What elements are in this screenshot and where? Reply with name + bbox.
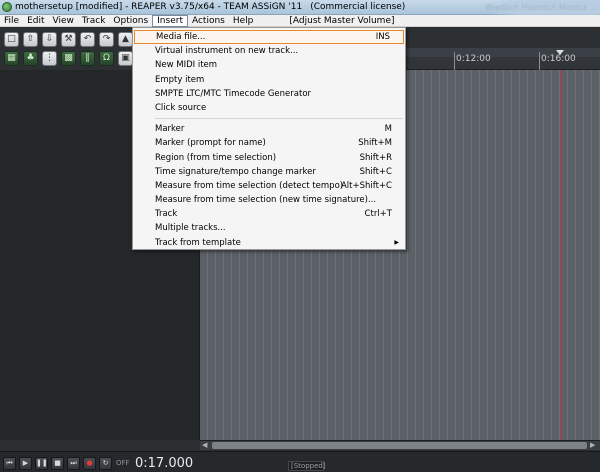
playhead-marker-icon[interactable] — [556, 50, 564, 55]
menu-item-shortcut: Shift+R — [359, 152, 392, 163]
submenu-arrow-icon: ▶ — [394, 238, 399, 246]
goto-start-icon[interactable]: ⏮ — [3, 457, 16, 470]
insert-menu: Media file... INS Virtual instrument on … — [132, 27, 406, 250]
menu-item-label: Track — [155, 209, 178, 220]
menu-actions[interactable]: Actions — [188, 15, 229, 27]
ruler-label: 0:12:00 — [456, 54, 491, 64]
menu-help[interactable]: Help — [229, 15, 258, 27]
menu-item-shortcut: INS — [375, 32, 390, 42]
midi-icon[interactable]: Ω — [99, 51, 114, 66]
horizontal-scrollbar[interactable]: ◀ ▶ — [200, 440, 600, 450]
background-window-text: Wiedlich Heimlich Monica ... — [485, 0, 600, 15]
menu-view[interactable]: View — [49, 15, 78, 27]
scroll-right-icon[interactable]: ▶ — [590, 442, 597, 449]
menu-item-track-from-template[interactable]: Track from template ▶ — [133, 236, 405, 250]
menu-item-marker-prompt[interactable]: Marker (prompt for name) Shift+M — [133, 136, 405, 150]
goto-end-icon[interactable]: ⏭ — [67, 457, 80, 470]
menu-item-label: Marker (prompt for name) — [155, 138, 266, 149]
menu-item-region[interactable]: Region (from time selection) Shift+R — [133, 151, 405, 165]
record-icon[interactable]: ● — [83, 457, 96, 470]
menu-item-tempo-marker[interactable]: Time signature/tempo change marker Shift… — [133, 165, 405, 179]
menu-item-empty-item[interactable]: Empty item — [133, 73, 405, 87]
grid-snap-icon[interactable]: ⋮ — [42, 51, 57, 66]
menu-item-label: Virtual instrument on new track... — [155, 46, 299, 57]
menu-item-shortcut: Ctrl+T — [364, 209, 392, 220]
menu-item-label: Marker — [155, 124, 185, 135]
menu-item-media-file[interactable]: Media file... INS — [134, 30, 404, 45]
menu-track[interactable]: Track — [78, 15, 110, 27]
title-bar: mothersetup [modified] - REAPER v3.75/x6… — [0, 0, 600, 15]
menu-bar: File Edit View Track Options Insert Acti… — [0, 14, 600, 27]
repeat-icon[interactable]: ↻ — [99, 457, 112, 470]
menu-item-measure-new-signature[interactable]: Measure from time selection (new time si… — [133, 193, 405, 207]
window-title: mothersetup [modified] - REAPER v3.75/x6… — [15, 2, 303, 12]
menu-item-shortcut: Shift+M — [358, 138, 392, 149]
menu-item-new-midi-item[interactable]: New MIDI item — [133, 58, 405, 72]
license-label: (Commercial license) — [310, 2, 406, 12]
settings-icon[interactable]: ⚒ — [61, 32, 76, 47]
menu-item-label: Time signature/tempo change marker — [155, 166, 316, 177]
menu-item-label: Empty item — [155, 74, 205, 85]
menu-insert[interactable]: Insert — [152, 14, 188, 27]
menu-item-label: Track from template — [155, 237, 241, 248]
envelope-icon[interactable]: ♣ — [23, 51, 38, 66]
menu-edit[interactable]: Edit — [23, 15, 48, 27]
menu-options[interactable]: Options — [109, 15, 152, 27]
ruler-tick — [454, 52, 455, 70]
edit-cursor — [560, 70, 561, 440]
menu-item-label: SMPTE LTC/MTC Timecode Generator — [155, 88, 312, 99]
pause-icon[interactable]: ❚❚ — [35, 457, 48, 470]
scrollbar-thumb[interactable] — [212, 442, 587, 449]
menu-item-shortcut: Alt+Shift+C — [340, 180, 392, 191]
menu-item-label: Click source — [155, 102, 207, 113]
undo-icon[interactable]: ↶ — [80, 32, 95, 47]
menu-item-shortcut: M — [384, 124, 392, 135]
ripple-edit-icon[interactable]: ▩ — [61, 51, 76, 66]
menu-item-multiple-tracks[interactable]: Multiple tracks... — [133, 221, 405, 235]
menu-item-measure-detect-tempo[interactable]: Measure from time selection (detect temp… — [133, 179, 405, 193]
menu-item-click-source[interactable]: Click source — [133, 101, 405, 115]
lock-icon[interactable]: ▣ — [118, 51, 133, 66]
menu-item-shortcut: Shift+C — [359, 166, 392, 177]
menu-item-virtual-instrument[interactable]: Virtual instrument on new track... — [133, 44, 405, 58]
ruler-label: 0:16:00 — [541, 54, 576, 64]
menu-item-label: Measure from time selection (detect temp… — [155, 180, 344, 191]
transport-time: 0:17.000 — [135, 456, 194, 471]
menu-item-label: New MIDI item — [155, 60, 218, 71]
reaper-app-icon — [2, 2, 12, 12]
menu-item-label: Measure from time selection (new time si… — [155, 195, 377, 206]
transport-status: [Stopped] — [288, 461, 326, 471]
save-project-icon[interactable]: ⇩ — [42, 32, 57, 47]
menu-item-marker[interactable]: Marker M — [133, 122, 405, 136]
new-project-icon[interactable]: □ — [4, 32, 19, 47]
menu-separator — [155, 118, 403, 120]
menu-file[interactable]: File — [0, 15, 23, 27]
ruler-tick — [539, 52, 540, 70]
grid-icon[interactable]: ▦ — [4, 51, 19, 66]
menu-item-label: Region (from time selection) — [155, 152, 277, 163]
scroll-left-icon[interactable]: ◀ — [202, 442, 209, 449]
redo-icon[interactable]: ↷ — [99, 32, 114, 47]
item-grouping-icon[interactable]: ‖ — [80, 51, 95, 66]
play-icon[interactable]: ▶ — [19, 457, 32, 470]
transport-bar: ⏮ ▶ ❚❚ ■ ⏭ ● ↻ OFF 0:17.000 [Stopped] — [0, 451, 600, 472]
repeat-off-label: OFF — [116, 459, 130, 467]
menu-item-label: Multiple tracks... — [155, 223, 226, 234]
menu-item-track[interactable]: Track Ctrl+T — [133, 207, 405, 221]
menu-item-label: Media file... — [156, 32, 206, 42]
menu-item-smpte-generator[interactable]: SMPTE LTC/MTC Timecode Generator — [133, 87, 405, 101]
metronome-icon[interactable]: ▲ — [118, 32, 133, 47]
open-project-icon[interactable]: ⇧ — [23, 32, 38, 47]
stop-icon[interactable]: ■ — [51, 457, 64, 470]
adjust-master-volume[interactable]: [Adjust Master Volume] — [285, 15, 398, 27]
